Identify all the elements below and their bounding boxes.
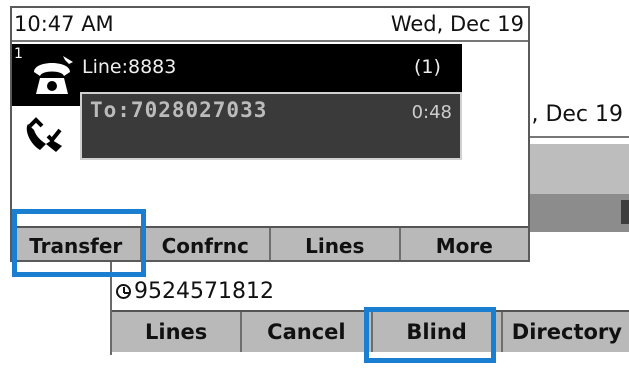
caller-number: 9524571812	[134, 278, 274, 304]
softkey-bar-secondary: Lines Cancel Blind Directory	[112, 310, 629, 352]
status-bar: 10:47 AM Wed, Dec 19	[12, 8, 528, 42]
status-date: Wed, Dec 19	[390, 12, 524, 36]
call-destination: To:7028027033	[90, 98, 268, 122]
transfer-softkey[interactable]: Transfer	[12, 228, 140, 260]
more-softkey[interactable]: More	[398, 228, 529, 260]
recent-caller-row[interactable]: 9524571812	[112, 274, 274, 308]
line-index: 1	[14, 46, 23, 62]
call-timer: 0:48	[411, 102, 452, 123]
active-call-box[interactable]: To:7028027033 0:48	[80, 92, 462, 160]
directory-softkey[interactable]: Directory	[500, 312, 629, 352]
blind-softkey[interactable]: Blind	[370, 312, 501, 352]
softkey-bar: Transfer Confrnc Lines More	[12, 226, 529, 260]
list-band-selected	[516, 194, 629, 232]
clock-icon	[116, 283, 131, 299]
conference-softkey[interactable]: Confrnc	[139, 228, 270, 260]
active-call-icon	[26, 117, 62, 152]
line-call-count: (1)	[414, 56, 441, 78]
lines-softkey[interactable]: Lines	[269, 228, 399, 260]
scrollbar-thumb[interactable]	[621, 200, 629, 224]
phone-line-icon	[34, 56, 73, 94]
list-band	[516, 144, 629, 194]
primary-phone-screen: 10:47 AM Wed, Dec 19 1 Line:8883 (1) To:…	[10, 6, 530, 262]
date-partial: , Dec 19	[527, 102, 627, 127]
clock-time: 10:47 AM	[14, 12, 114, 36]
line-label: Line:8883	[82, 56, 177, 78]
lines-softkey[interactable]: Lines	[112, 312, 240, 352]
cancel-softkey[interactable]: Cancel	[240, 312, 370, 352]
